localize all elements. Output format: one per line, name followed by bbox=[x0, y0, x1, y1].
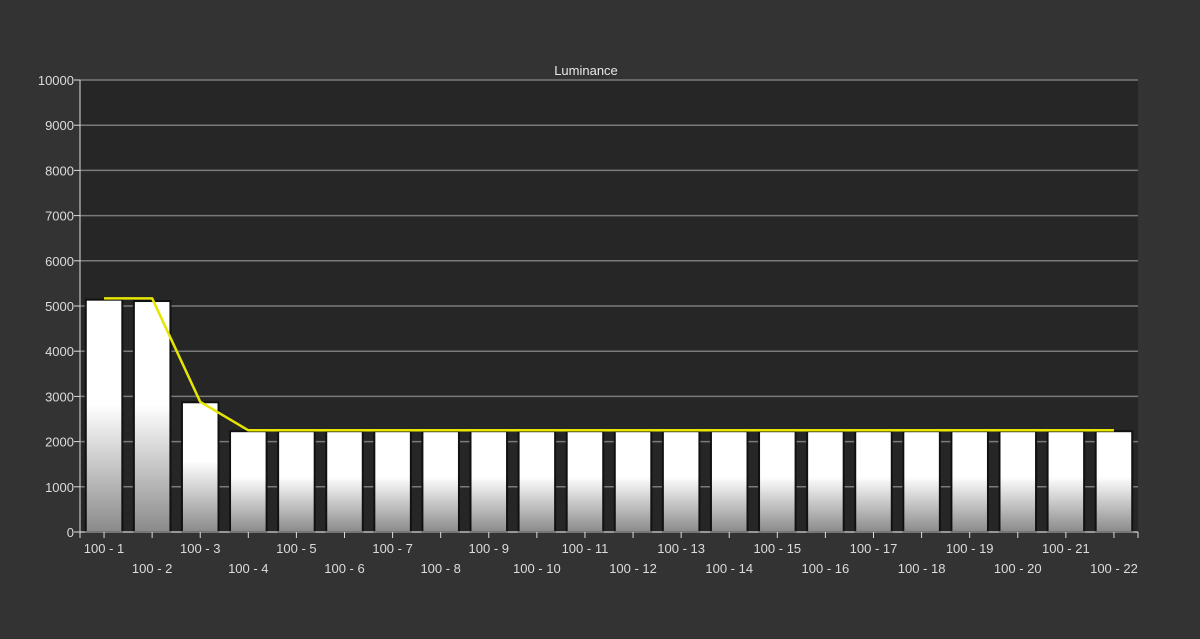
bar bbox=[709, 430, 749, 534]
y-tick-label: 3000 bbox=[45, 389, 74, 404]
bar bbox=[132, 300, 172, 534]
y-tick-label: 5000 bbox=[45, 299, 74, 314]
x-tick-label: 100 - 20 bbox=[994, 561, 1042, 576]
x-tick-label: 100 - 8 bbox=[420, 561, 460, 576]
bar bbox=[469, 430, 509, 534]
x-tick-label: 100 - 10 bbox=[513, 561, 561, 576]
x-tick-label: 100 - 17 bbox=[850, 541, 898, 556]
x-tick-label: 100 - 11 bbox=[562, 541, 609, 556]
bar bbox=[902, 430, 941, 534]
bar bbox=[517, 430, 557, 534]
x-tick-label: 100 - 12 bbox=[609, 561, 657, 576]
x-tick-label: 100 - 21 bbox=[1042, 541, 1090, 556]
bar bbox=[229, 430, 268, 534]
x-tick-label: 100 - 5 bbox=[276, 541, 316, 556]
x-tick-label: 100 - 16 bbox=[802, 561, 850, 576]
bar bbox=[373, 430, 412, 534]
x-tick-label: 100 - 3 bbox=[180, 541, 220, 556]
bar bbox=[854, 430, 893, 534]
bar bbox=[325, 430, 364, 534]
bar bbox=[1094, 430, 1134, 534]
y-tick-label: 2000 bbox=[45, 435, 74, 450]
x-tick-label: 100 - 22 bbox=[1090, 561, 1138, 576]
bar bbox=[1046, 430, 1086, 534]
y-tick-label: 0 bbox=[67, 525, 74, 540]
y-tick-label: 9000 bbox=[45, 118, 74, 133]
bar bbox=[565, 430, 605, 534]
bar bbox=[661, 430, 701, 534]
y-tick-label: 10000 bbox=[38, 73, 74, 88]
bar bbox=[180, 401, 220, 533]
x-tick-label: 100 - 2 bbox=[132, 561, 172, 576]
x-tick-label: 100 - 15 bbox=[753, 541, 801, 556]
chart-title: Luminance bbox=[554, 63, 618, 78]
x-tick-label: 100 - 7 bbox=[372, 541, 412, 556]
bar bbox=[421, 430, 460, 534]
y-tick-label: 6000 bbox=[45, 254, 74, 269]
bar bbox=[613, 430, 653, 534]
y-tick-label: 7000 bbox=[45, 209, 74, 224]
luminance-chart: 0 1000 2000 3000 4000 5000 6000 7000 8000 9000 100… bbox=[0, 0, 1200, 634]
x-tick-label: 100 - 9 bbox=[469, 541, 509, 556]
x-tick-label: 100 - 6 bbox=[324, 561, 364, 576]
bar bbox=[950, 430, 989, 534]
y-tick-label: 8000 bbox=[45, 163, 74, 178]
x-tick-label: 100 - 19 bbox=[946, 541, 994, 556]
bar bbox=[84, 298, 124, 533]
x-tick-label: 100 - 1 bbox=[84, 541, 124, 556]
bar bbox=[806, 430, 845, 534]
y-tick-label: 4000 bbox=[45, 344, 74, 359]
x-tick-label: 100 - 14 bbox=[705, 561, 753, 576]
x-tick-label: 100 - 18 bbox=[898, 561, 946, 576]
y-tick-label: 1000 bbox=[45, 480, 74, 495]
x-tick-label: 100 - 4 bbox=[228, 561, 268, 576]
x-tick-label: 100 - 13 bbox=[657, 541, 705, 556]
bar bbox=[998, 430, 1038, 534]
bar bbox=[758, 430, 797, 534]
chart-svg: 0 1000 2000 3000 4000 5000 6000 7000 8000 9000 100… bbox=[38, 63, 1139, 576]
bar bbox=[277, 430, 316, 534]
